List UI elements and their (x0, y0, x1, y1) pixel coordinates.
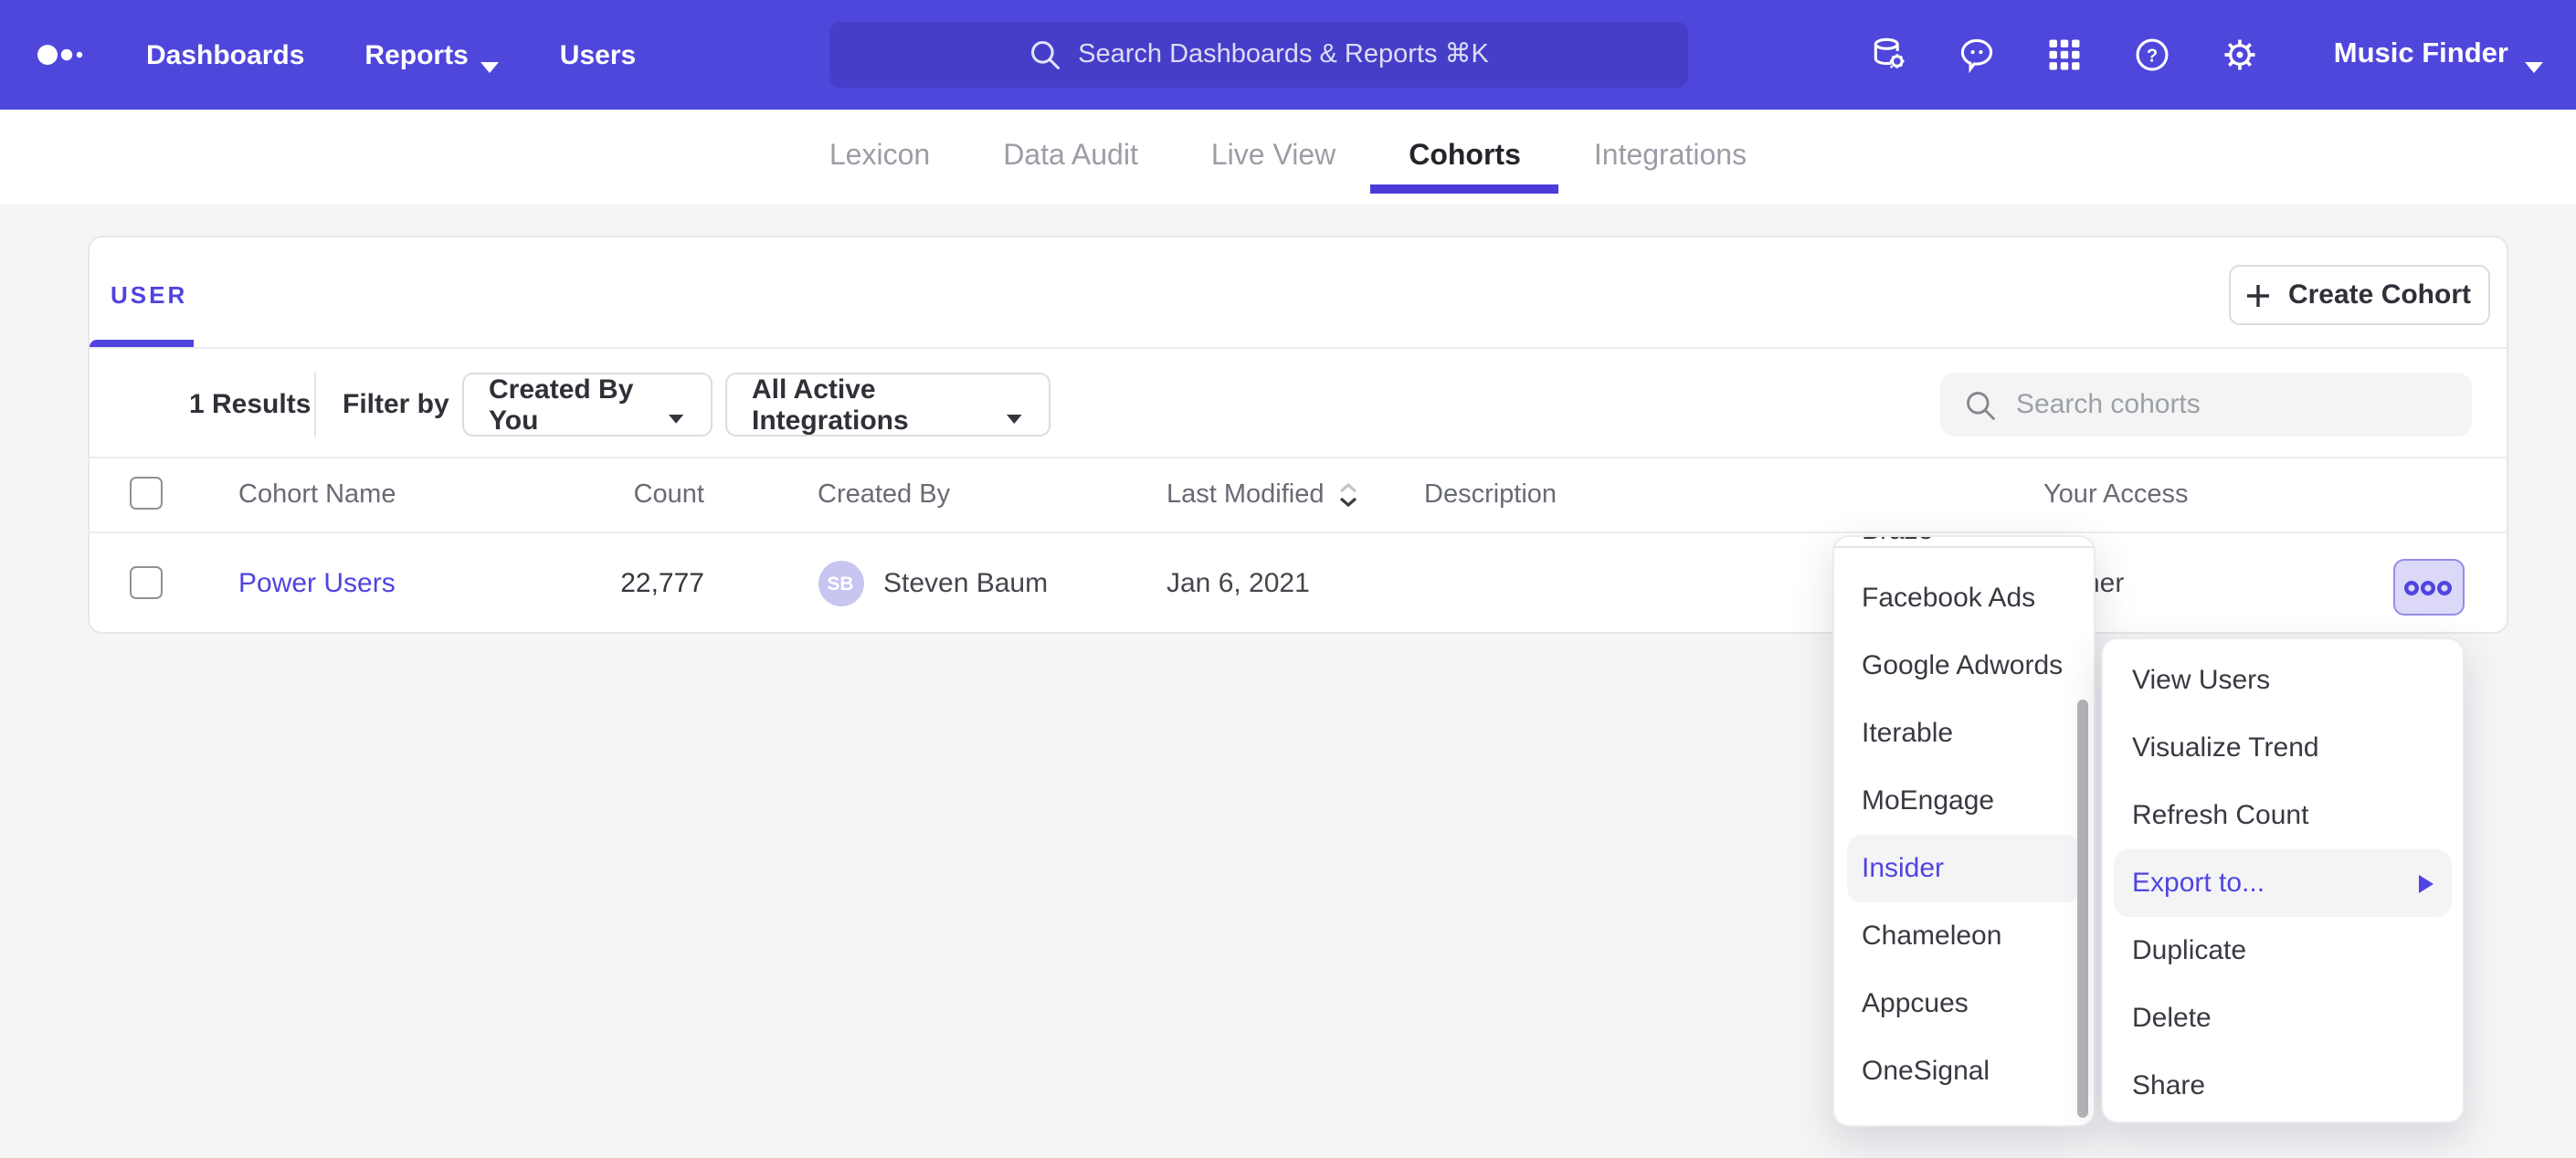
cohort-search-input[interactable] (2016, 373, 2455, 437)
divider (89, 347, 2506, 349)
mixpanel-logo-icon[interactable] (37, 42, 91, 68)
chevron-down-icon (2525, 49, 2543, 60)
submenu-item-moengage[interactable]: MoEngage (1834, 767, 2094, 835)
col-header-cohort-name: Cohort Name (238, 457, 396, 532)
create-cohort-button[interactable]: Create Cohort (2228, 265, 2489, 325)
cohorts-card: USER Create Cohort 1 Results Filter by C… (87, 236, 2507, 634)
top-nav: Dashboards Reports Users Search Dashboar… (0, 0, 2576, 110)
sort-icon[interactable] (1337, 481, 1359, 507)
apps-grid-icon[interactable] (2045, 35, 2085, 75)
global-search-input[interactable]: Search Dashboards & Reports ⌘K (829, 22, 1688, 88)
svg-text:?: ? (2148, 46, 2159, 66)
select-all-checkbox[interactable] (129, 477, 162, 510)
submenu-item-facebook-ads[interactable]: Facebook Ads (1834, 564, 2094, 632)
project-name: Music Finder (2334, 38, 2508, 71)
chevron-down-icon (481, 49, 500, 60)
nav-item-reports[interactable]: Reports (364, 39, 499, 70)
tab-cohorts[interactable]: Cohorts (1409, 110, 1521, 205)
active-tab-underline (89, 340, 193, 347)
cohort-count: 22,777 (545, 532, 704, 636)
chevron-down-icon (670, 399, 684, 410)
col-header-last-modified[interactable]: Last Modified (1167, 457, 1359, 532)
section-tabs: Lexicon Data Audit Live View Cohorts Int… (0, 110, 2576, 205)
plus-icon (2246, 282, 2272, 308)
results-count: 1 Results (189, 373, 311, 437)
menu-item-view-users[interactable]: View Users (2103, 647, 2463, 714)
row-context-menu: View Users Visualize Trend Refresh Count… (2101, 637, 2465, 1123)
nav-item-users[interactable]: Users (560, 39, 636, 70)
col-header-your-access: Your Access (2043, 457, 2189, 532)
submenu-item-appcues[interactable]: Appcues (1834, 970, 2094, 1037)
divider (1834, 545, 2094, 547)
table-row: Power Users 22,777 SB Steven Baum Jan 6,… (89, 532, 2506, 636)
submenu-item-insider[interactable]: Insider (1847, 835, 2081, 902)
app-screen: Dashboards Reports Users Search Dashboar… (0, 0, 2576, 1158)
menu-item-delete[interactable]: Delete (2103, 984, 2463, 1052)
submenu-item-iterable[interactable]: Iterable (1834, 700, 2094, 767)
submenu-item-onesignal[interactable]: OneSignal (1834, 1037, 2094, 1105)
col-header-description: Description (1424, 457, 1557, 532)
submenu-scrollbar[interactable] (2077, 700, 2087, 1118)
project-switcher[interactable]: Music Finder (2334, 38, 2543, 71)
arrow-right-icon (2419, 874, 2433, 892)
menu-item-visualize-trend[interactable]: Visualize Trend (2103, 714, 2463, 782)
data-management-icon[interactable] (1870, 35, 1910, 75)
cohort-name-link[interactable]: Power Users (238, 568, 396, 599)
avatar: SB (818, 561, 863, 606)
submenu-item-google-adwords[interactable]: Google Adwords (1834, 632, 2094, 700)
table-header-row: Cohort Name Count Created By Last Modifi… (89, 457, 2506, 532)
tab-user-cohorts[interactable]: USER (111, 281, 187, 309)
export-submenu: Braze Facebook Ads Google Adwords Iterab… (1832, 535, 2096, 1127)
submenu-item-braze[interactable]: Braze (1834, 535, 2094, 564)
search-icon (1029, 38, 1061, 71)
tab-data-audit[interactable]: Data Audit (1003, 110, 1138, 205)
submenu-item-chameleon[interactable]: Chameleon (1834, 902, 2094, 970)
menu-item-duplicate[interactable]: Duplicate (2103, 917, 2463, 984)
col-header-created-by: Created By (818, 457, 950, 532)
settings-gear-icon[interactable] (2221, 35, 2261, 75)
filter-by-label: Filter by (343, 373, 449, 437)
feedback-bubble-icon[interactable] (1958, 35, 1998, 75)
search-icon (1963, 388, 1996, 421)
row-checkbox[interactable] (129, 566, 162, 599)
global-search-placeholder: Search Dashboards & Reports ⌘K (1078, 40, 1489, 69)
menu-item-export-to[interactable]: Export to... (2114, 849, 2452, 917)
menu-item-share[interactable]: Share (2103, 1052, 2463, 1120)
integrations-filter-dropdown[interactable]: All Active Integrations (724, 373, 1050, 437)
nav-item-dashboards[interactable]: Dashboards (146, 39, 304, 70)
divider (313, 373, 315, 437)
last-modified-date: Jan 6, 2021 (1167, 532, 1310, 636)
tab-integrations[interactable]: Integrations (1594, 110, 1747, 205)
created-by-name: Steven Baum (883, 568, 1048, 599)
help-icon[interactable]: ? (2133, 35, 2173, 75)
tab-live-view[interactable]: Live View (1211, 110, 1336, 205)
cohort-search (1939, 373, 2471, 437)
chevron-down-icon (1007, 399, 1022, 410)
col-header-count: Count (545, 457, 704, 532)
menu-item-refresh-count[interactable]: Refresh Count (2103, 782, 2463, 849)
triple-circle-icon (2404, 578, 2452, 596)
created-by-filter-dropdown[interactable]: Created By You (461, 373, 712, 437)
tab-lexicon[interactable]: Lexicon (829, 110, 930, 205)
row-actions-button[interactable] (2392, 559, 2464, 616)
